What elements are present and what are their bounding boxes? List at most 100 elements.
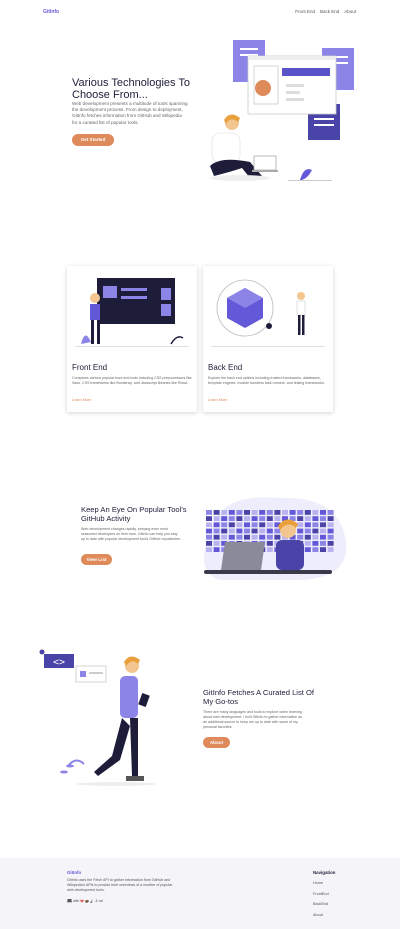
activity-cell <box>213 522 220 528</box>
card-description: Compares various popular front end tools… <box>72 376 192 385</box>
activity-cell <box>228 528 235 534</box>
about-button[interactable]: About <box>203 737 230 748</box>
activity-cell <box>206 547 212 552</box>
activity-cell <box>266 522 273 528</box>
activity-cell <box>274 516 281 521</box>
front-end-illustration <box>75 278 189 347</box>
activity-cell <box>266 534 273 540</box>
activity-cell <box>304 510 311 515</box>
activity-cell <box>266 510 273 515</box>
activity-cell <box>274 510 281 515</box>
activity-cell <box>312 528 319 534</box>
activity-cell <box>206 541 212 546</box>
activity-cell <box>312 547 319 552</box>
activity-cell <box>297 528 304 534</box>
activity-cell <box>236 516 243 521</box>
activity-cell <box>236 510 243 515</box>
activity-cell <box>297 516 304 521</box>
activity-cell <box>289 510 296 515</box>
activity-cell <box>244 528 250 534</box>
activity-cell <box>228 510 235 515</box>
github-activity-illustration <box>203 497 347 580</box>
activity-cell <box>259 522 266 528</box>
activity-cell <box>236 522 243 528</box>
made-with-text: with <box>73 898 80 903</box>
activity-cell <box>251 516 258 521</box>
activity-cell <box>304 541 311 546</box>
activity-cell <box>213 541 220 546</box>
footer-link-backend[interactable]: BackEnd <box>313 902 329 906</box>
activity-cell <box>236 534 243 540</box>
activity-cell <box>297 534 304 540</box>
activity-cell <box>304 534 311 540</box>
nav-link-back-end[interactable]: Back End <box>320 9 339 14</box>
activity-cell <box>259 516 266 521</box>
activity-cell <box>327 528 334 534</box>
activity-cell <box>274 534 281 540</box>
curated-section-description: There are many languages and tools to ex… <box>203 710 303 729</box>
activity-cell <box>304 522 311 528</box>
activity-cell <box>320 541 326 546</box>
back-end-learn-more-link[interactable]: Learn More <box>208 398 227 402</box>
back-end-illustration <box>211 279 325 347</box>
footer-brand[interactable]: GitInfo <box>67 870 81 875</box>
activity-cell <box>221 522 228 528</box>
activity-cell <box>304 547 311 552</box>
activity-cell <box>213 534 220 540</box>
activity-cell <box>221 510 228 515</box>
made-with-suffix: & rai <box>95 898 103 903</box>
footer-nav-heading: Navigation <box>313 870 336 875</box>
activity-cell <box>312 516 319 521</box>
activity-cell <box>320 528 326 534</box>
activity-cell <box>236 528 243 534</box>
activity-cell <box>312 541 319 546</box>
activity-cell <box>251 510 258 515</box>
activity-cell <box>221 528 228 534</box>
activity-cell <box>320 534 326 540</box>
activity-cell <box>206 534 212 540</box>
activity-cell <box>206 510 212 515</box>
brand-logo[interactable]: GitInfo <box>43 9 59 15</box>
activity-cell <box>304 516 311 521</box>
footer-link-frontend[interactable]: FrontEnd <box>313 892 329 896</box>
footer-link-about[interactable]: About <box>313 913 329 917</box>
activity-cell <box>213 516 220 521</box>
activity-cell <box>320 510 326 515</box>
activity-cell <box>251 528 258 534</box>
activity-cell <box>304 528 311 534</box>
nav-link-front-end[interactable]: Front End <box>295 9 315 14</box>
card-title: Back End <box>208 363 243 372</box>
get-started-button[interactable]: Get Started <box>72 134 114 146</box>
activity-cell <box>244 534 250 540</box>
front-end-card: Front End Compares various popular front… <box>67 266 197 412</box>
activity-cell <box>274 528 281 534</box>
activity-cell <box>297 522 304 528</box>
activity-cell <box>320 547 326 552</box>
activity-cell <box>228 522 235 528</box>
front-end-learn-more-link[interactable]: Learn More <box>72 398 91 402</box>
hero-title: Various Technologies To Choose From... <box>72 77 191 101</box>
activity-cell <box>228 534 235 540</box>
activity-cell <box>327 547 334 552</box>
activity-cell <box>312 522 319 528</box>
nav-link-about[interactable]: About <box>344 9 356 14</box>
activity-cell <box>259 528 266 534</box>
view-list-button[interactable]: View List <box>81 554 112 565</box>
nav-links: Front End Back End About <box>295 9 356 14</box>
footer-link-home[interactable]: Home <box>313 881 329 885</box>
activity-cell <box>221 516 228 521</box>
activity-cell <box>266 547 273 552</box>
activity-cell <box>244 522 250 528</box>
activity-cell <box>320 522 326 528</box>
activity-cell <box>244 516 250 521</box>
github-section-title: Keep An Eye On Popular Tool's GitHub Act… <box>81 505 187 523</box>
made-with-line: with & rai <box>67 898 103 903</box>
activity-cell <box>312 534 319 540</box>
activity-cell <box>327 510 334 515</box>
activity-cell <box>206 516 212 521</box>
activity-cell <box>297 510 304 515</box>
activity-cell <box>266 528 273 534</box>
music-icon <box>90 898 93 903</box>
activity-cell <box>206 522 212 528</box>
activity-cell <box>213 547 220 552</box>
